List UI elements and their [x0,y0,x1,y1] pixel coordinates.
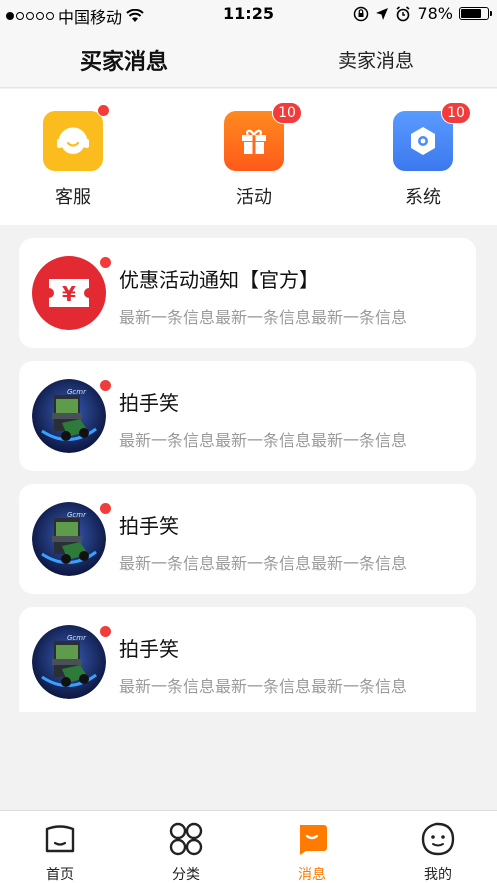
unread-dot [99,256,112,269]
tab-label: 消息 [298,867,326,883]
location-arrow-icon [376,7,389,20]
status-bar: 中国移动 11:25 78% [0,0,497,28]
message-title: 拍手笑 [119,637,179,661]
coupon-icon: ¥ [32,256,106,330]
category-system[interactable]: 10 系统 [373,102,473,209]
message-item-chat[interactable]: Gcmr 拍手笑 最新一条信息最新一条信息最新一条信息 [19,484,476,594]
message-title: 拍手笑 [119,514,179,538]
category-customer-service[interactable]: 客服 [23,104,123,209]
category-label: 客服 [55,187,91,208]
category-activity[interactable]: 10 活动 [204,102,304,209]
unread-dot [99,502,112,515]
message-type-tabs: 买家消息 卖家消息 [0,28,497,88]
tab-messages[interactable]: 消息 [272,821,352,883]
tab-label: 首页 [46,867,74,883]
bottom-tab-bar: 首页 分类 消息 我的 [0,810,497,883]
message-item-chat[interactable]: Gcmr 拍手笑 最新一条信息最新一条信息最新一条信息 [19,607,476,712]
unread-dot [97,104,110,117]
unread-count-badge: 10 [441,102,471,124]
svg-text:¥: ¥ [62,282,76,306]
message-title: 优惠活动通知【官方】 [119,268,319,292]
message-categories: 客服 10 活动 10 系统 [0,89,497,225]
unread-count-badge: 10 [272,102,302,124]
profile-face-icon [421,822,455,856]
message-preview: 最新一条信息最新一条信息最新一条信息 [119,431,408,450]
tab-label: 我的 [424,867,452,883]
gift-icon: 10 [224,102,302,171]
category-grid-icon [169,822,203,856]
message-item-chat[interactable]: Gcmr 拍手笑 最新一条信息最新一条信息最新一条信息 [19,361,476,471]
svg-text:Gcmr: Gcmr [67,388,87,396]
battery-percent: 78% [417,4,453,23]
unread-dot [99,625,112,638]
tab-home[interactable]: 首页 [20,821,100,883]
svg-text:Gcmr: Gcmr [67,511,87,519]
alarm-clock-icon [396,5,410,21]
message-preview: 最新一条信息最新一条信息最新一条信息 [119,677,408,696]
tab-seller-messages[interactable]: 卖家消息 [338,46,414,73]
tab-profile[interactable]: 我的 [398,821,478,883]
message-title: 拍手笑 [119,391,179,415]
message-preview: 最新一条信息最新一条信息最新一条信息 [119,308,408,327]
headset-icon [43,104,110,171]
category-label: 活动 [236,187,272,208]
home-face-icon [45,825,75,853]
message-bubble-icon [300,825,327,855]
rotation-lock-icon [354,6,369,21]
message-item-official[interactable]: ¥ 优惠活动通知【官方】 最新一条信息最新一条信息最新一条信息 [19,238,476,348]
svg-text:Gcmr: Gcmr [67,634,87,642]
tab-label: 分类 [172,867,200,883]
arcade-machine-avatar: Gcmr [32,379,106,453]
category-label: 系统 [405,187,441,208]
hexagon-settings-icon: 10 [393,102,471,171]
arcade-machine-avatar: Gcmr [32,502,106,576]
battery-icon [459,7,492,20]
message-preview: 最新一条信息最新一条信息最新一条信息 [119,554,408,573]
tab-categories[interactable]: 分类 [146,821,226,883]
unread-dot [99,379,112,392]
tab-buyer-messages[interactable]: 买家消息 [80,44,168,76]
arcade-machine-avatar: Gcmr [32,625,106,699]
